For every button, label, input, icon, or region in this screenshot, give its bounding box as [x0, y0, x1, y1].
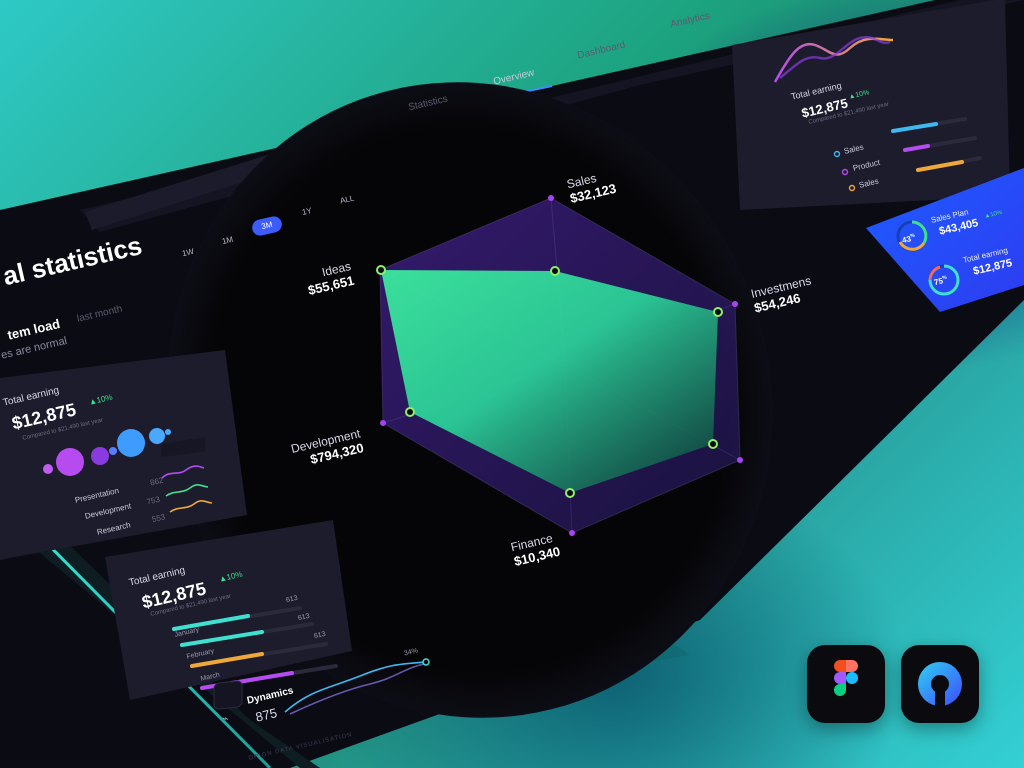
orion-logo-icon — [918, 662, 962, 708]
chart-icon: ⌁ — [222, 713, 229, 725]
figma-app-icon — [807, 645, 885, 723]
figma-logo-icon — [834, 660, 858, 696]
dynamics-icon — [213, 680, 243, 710]
orion-app-icon — [901, 645, 979, 723]
